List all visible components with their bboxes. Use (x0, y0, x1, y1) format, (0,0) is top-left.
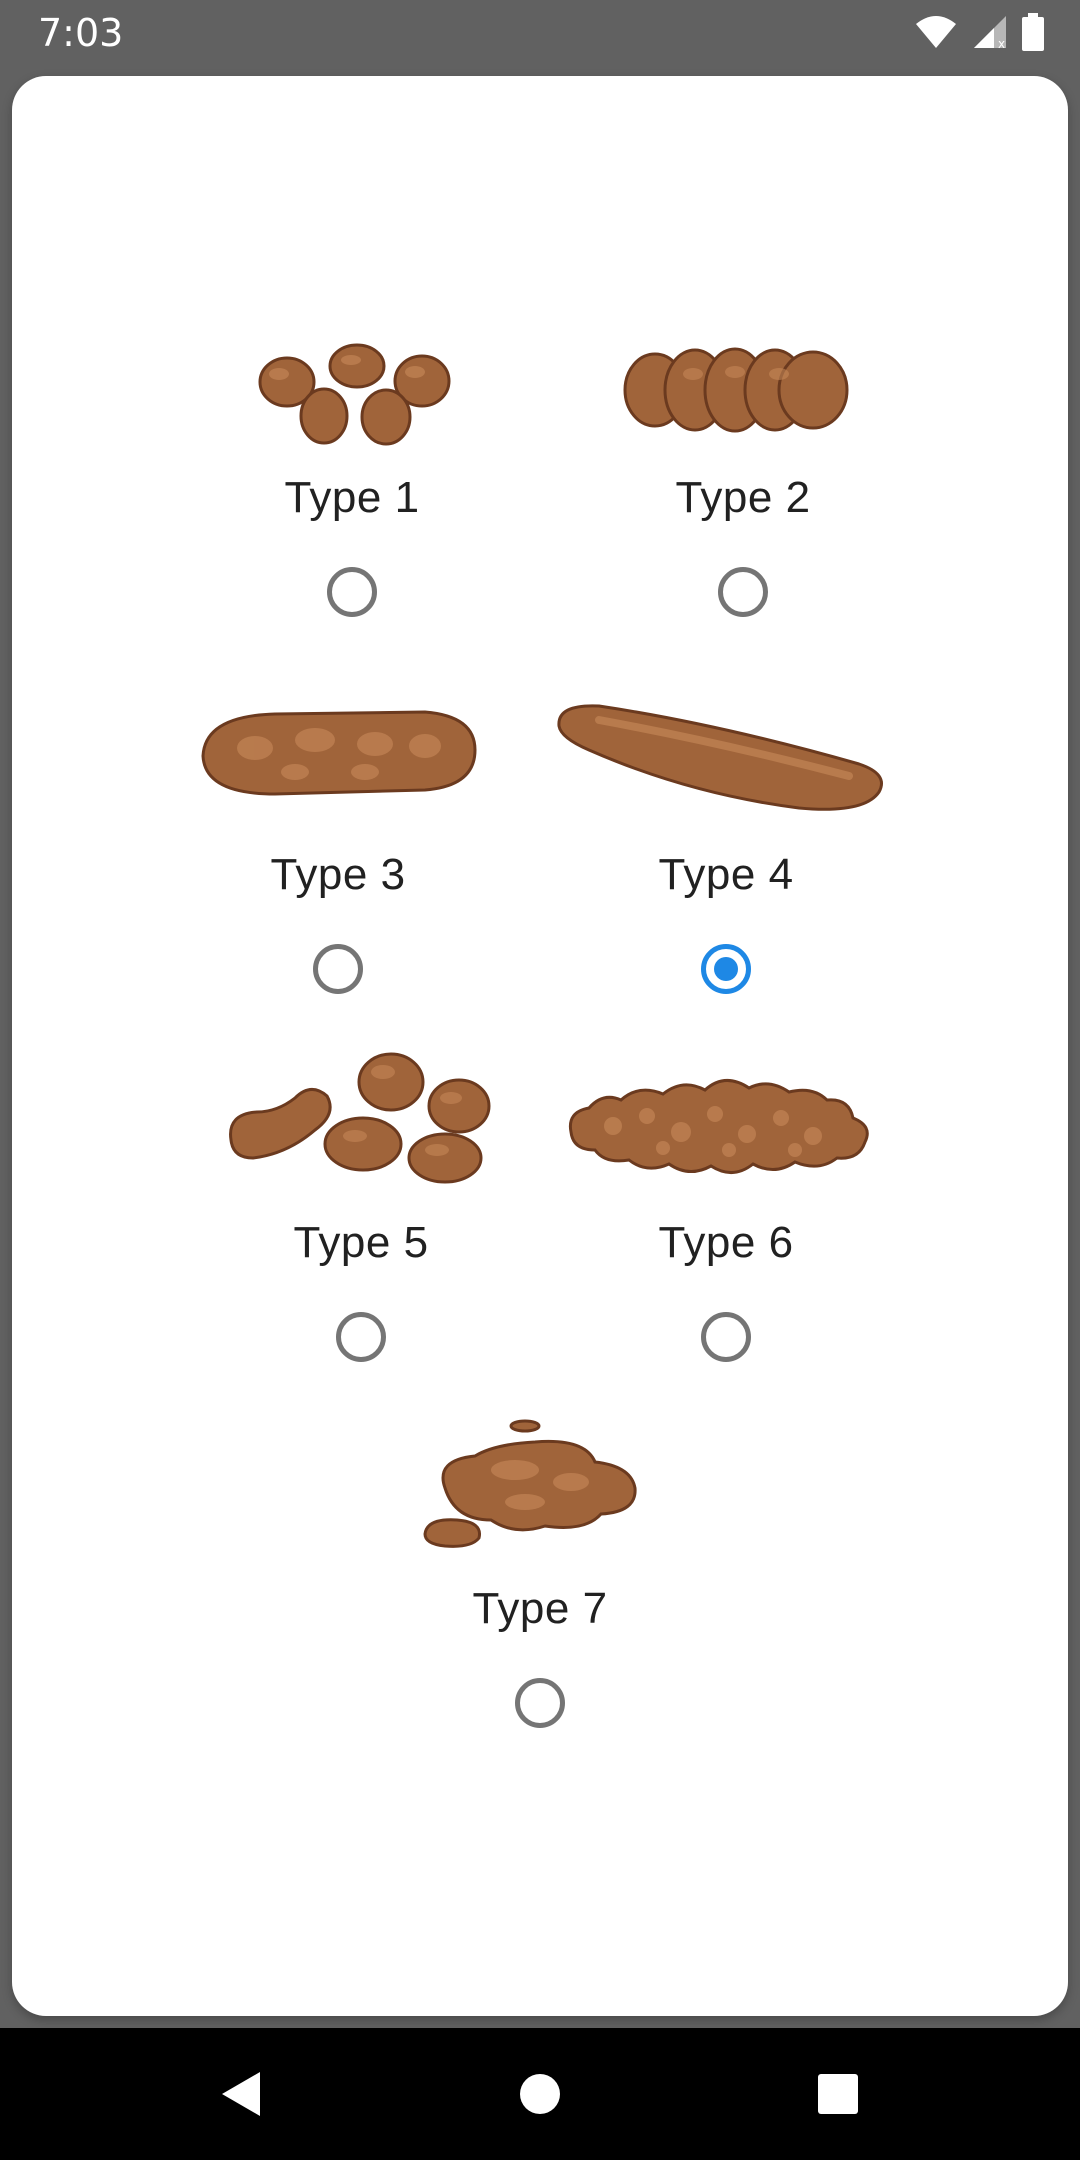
option-label: Type 7 (472, 1584, 608, 1633)
option-label: Type 3 (270, 850, 406, 899)
option-type-3: Type 3 (165, 676, 511, 994)
radio-type-2[interactable] (718, 567, 768, 617)
type-4-stool-image (557, 704, 883, 811)
status-time: 7:03 (38, 11, 124, 55)
navigation-bar (0, 2028, 1080, 2160)
option-label: Type 2 (675, 473, 811, 522)
option-label: Type 5 (293, 1218, 429, 1267)
option-type-5: Type 5 (187, 1042, 535, 1362)
option-label: Type 4 (658, 850, 794, 899)
back-icon[interactable] (210, 2064, 270, 2124)
battery-icon (1022, 12, 1044, 56)
option-type-6: Type 6 (543, 1042, 909, 1362)
type-1-stool-image (258, 343, 451, 446)
radio-type-7[interactable] (515, 1678, 565, 1728)
option-type-2: Type 2 (543, 312, 943, 617)
radio-type-1[interactable] (327, 567, 377, 617)
option-type-7: Type 7 (375, 1408, 705, 1728)
type-2-stool-image (623, 347, 849, 433)
type-6-stool-image (568, 1079, 869, 1174)
status-bar: 7:03 x (0, 0, 1080, 66)
type-5-stool-image (229, 1052, 491, 1184)
option-type-1: Type 1 (169, 312, 535, 617)
radio-type-3[interactable] (313, 944, 363, 994)
radio-type-6[interactable] (701, 1312, 751, 1362)
svg-text:x: x (998, 37, 1005, 50)
stool-type-selection-card: Type 1 Type 2 Type 3 Type 4 Type 5 Type … (12, 76, 1068, 2016)
recents-icon[interactable] (808, 2064, 868, 2124)
option-label: Type 1 (284, 473, 420, 522)
option-label: Type 6 (658, 1218, 794, 1267)
home-icon[interactable] (510, 2064, 570, 2124)
radio-type-5[interactable] (336, 1312, 386, 1362)
cellular-signal-icon: x (972, 14, 1008, 55)
status-icons: x (914, 12, 1044, 56)
type-3-stool-image (201, 710, 477, 796)
wifi-icon (914, 14, 958, 55)
radio-type-4[interactable] (701, 944, 751, 994)
type-7-stool-image (423, 1419, 637, 1548)
option-type-4: Type 4 (539, 676, 913, 994)
